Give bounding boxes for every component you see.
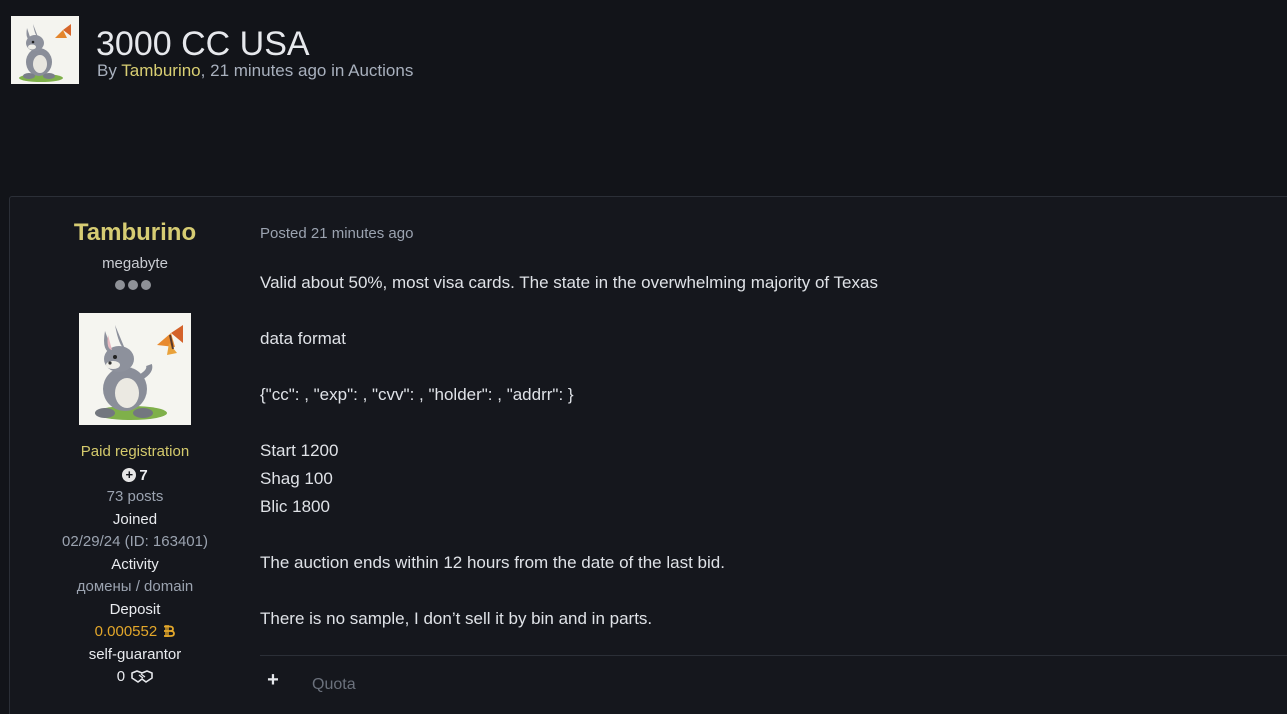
joined-label: Joined	[112, 511, 158, 528]
post-content: Valid about 50%, most visa cards. The st…	[260, 269, 1260, 633]
deposit-value: 0.000552	[94, 623, 158, 640]
meta-separator: ,	[200, 61, 206, 80]
handshake-icon	[131, 670, 154, 683]
rank-pip	[115, 280, 125, 290]
joined-value: 02/29/24 (ID: 163401)	[62, 533, 208, 550]
post-author-name[interactable]: Tamburino	[10, 219, 260, 247]
multiquote-plus-button[interactable]: +	[266, 670, 280, 690]
post-text-line: The auction ends within 12 hours from th…	[260, 553, 725, 572]
by-prefix: By	[97, 61, 117, 80]
post-card: Tamburino megabyte Paid registration + 7…	[9, 196, 1287, 714]
post-author-avatar[interactable]	[79, 313, 191, 425]
post-text-line: {"cc": , "exp": , "cvv": , "holder": , "…	[260, 385, 574, 404]
post-text-line: Start 1200	[260, 441, 339, 460]
author-group: Paid registration	[80, 443, 190, 460]
author-rank: megabyte	[102, 255, 168, 272]
post-text-line: There is no sample, I don’t sell it by b…	[260, 609, 653, 628]
rank-pip	[141, 280, 151, 290]
topic-title: 3000 CC USA	[96, 25, 310, 63]
post-text-line: Valid about 50%, most visa cards. The st…	[260, 273, 878, 292]
guarantor-label: self-guarantor	[88, 646, 182, 663]
post-divider	[260, 655, 1287, 656]
post-date[interactable]: Posted 21 minutes ago	[260, 225, 413, 242]
reputation-count: 7	[139, 466, 148, 484]
guarantor-row: 0	[10, 668, 260, 685]
post-text-line: Shag 100	[260, 469, 333, 488]
page: 3000 CC USA By Tamburino, 21 minutes ago…	[0, 0, 1287, 714]
deposit-label: Deposit	[109, 601, 161, 618]
topic-meta: By Tamburino, 21 minutes ago in Auctions	[97, 61, 413, 81]
activity-label: Activity	[111, 556, 159, 573]
bitcoin-icon	[164, 625, 176, 637]
quote-button[interactable]: Quota	[312, 676, 356, 694]
author-posts-count[interactable]: 73 posts	[10, 488, 260, 505]
post-text-line: data format	[260, 329, 346, 348]
forum-link[interactable]: Auctions	[348, 61, 413, 80]
topic-author-link[interactable]: Tamburino	[121, 61, 200, 80]
guarantor-value: 0	[116, 668, 126, 685]
reputation-badge[interactable]: + 7	[10, 466, 260, 484]
reputation-plus-icon: +	[122, 468, 137, 482]
rank-pips	[115, 280, 151, 290]
activity-value: домены / domain	[76, 578, 194, 595]
topic-time: 21 minutes ago	[210, 61, 327, 80]
in-text: in	[331, 61, 345, 80]
deposit-value-row: 0.000552	[10, 623, 260, 640]
rank-pip	[128, 280, 138, 290]
post-text-line: Blic 1800	[260, 497, 330, 516]
topic-author-avatar[interactable]	[11, 16, 79, 84]
